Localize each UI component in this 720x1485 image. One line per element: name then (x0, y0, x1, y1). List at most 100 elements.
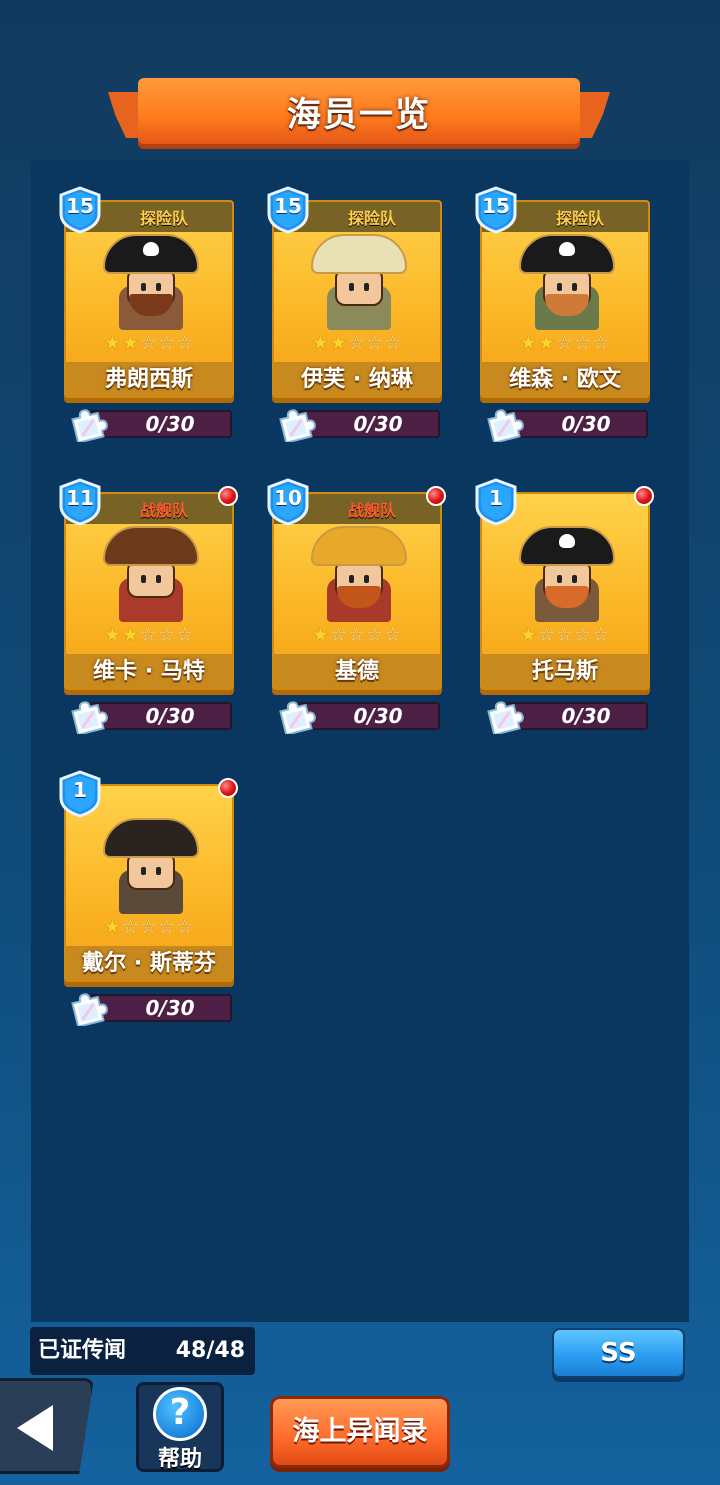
shard-bar: 0/30 (506, 410, 648, 438)
star-icon: ☆ (384, 332, 403, 354)
back-arrow-icon (17, 1405, 53, 1451)
puzzle-piece-icon (482, 698, 524, 736)
portrait-hat (311, 234, 407, 274)
shard-count: 0/30 (561, 704, 611, 728)
star-icon: ☆ (574, 624, 593, 646)
team-label: 战舰队 (139, 501, 188, 520)
help-button[interactable]: ? 帮助 (136, 1382, 224, 1472)
crew-card[interactable]: 探险队 ★★☆☆☆ 弗朗西斯 15 0/30 (59, 186, 236, 446)
star-rating: ★☆☆☆☆ (274, 624, 440, 646)
star-icon: ☆ (121, 916, 140, 938)
crew-name: 维卡 · 马特 (93, 659, 205, 684)
crew-portrait (101, 232, 201, 332)
level-badge: 15 (58, 186, 102, 234)
shard-progress: 0/30 (66, 698, 234, 736)
star-icon: ☆ (592, 624, 611, 646)
crew-name: 弗朗西斯 (104, 367, 193, 392)
crew-card[interactable]: 探险队 ★★☆☆☆ 伊芙 · 纳琳 15 0/30 (267, 186, 444, 446)
level-number: 15 (482, 194, 510, 218)
crew-name: 托马斯 (531, 659, 598, 684)
shard-count: 0/30 (561, 412, 611, 436)
star-icon: ★ (103, 624, 122, 646)
puzzle-piece-icon (66, 698, 108, 736)
name-strip: 戴尔 · 斯蒂芬 (66, 946, 232, 980)
star-rating: ★★☆☆☆ (66, 624, 232, 646)
level-number: 1 (489, 486, 503, 510)
shard-bar: 0/30 (90, 702, 232, 730)
shard-bar: 0/30 (90, 410, 232, 438)
shard-count: 0/30 (353, 704, 403, 728)
sea-rumors-button[interactable]: 海上异闻录 (270, 1396, 450, 1468)
level-number: 15 (274, 194, 302, 218)
crew-card[interactable]: ★☆☆☆☆ 戴尔 · 斯蒂芬 1 0/30 (59, 770, 238, 1030)
star-rating: ★☆☆☆☆ (66, 916, 232, 938)
verified-rumors-label: 已证传闻 (38, 1338, 127, 1363)
puzzle-piece-icon (482, 406, 524, 444)
page-title: 海员一览 (287, 94, 431, 135)
crew-portrait (517, 232, 617, 332)
crew-portrait (517, 524, 617, 624)
crew-portrait (309, 232, 409, 332)
crew-portrait (101, 524, 201, 624)
star-icon: ★ (519, 624, 538, 646)
star-icon: ☆ (176, 916, 195, 938)
level-badge: 10 (266, 478, 310, 526)
star-icon: ☆ (555, 332, 575, 354)
crew-card[interactable]: ★☆☆☆☆ 托马斯 1 0/30 (475, 478, 654, 738)
star-icon: ★ (519, 332, 538, 354)
team-label: 探险队 (139, 209, 188, 228)
portrait-hat (311, 526, 407, 566)
help-label: 帮助 (157, 1447, 202, 1472)
crew-card[interactable]: 战舰队 ★☆☆☆☆ 基德 10 0/30 (267, 478, 446, 738)
skull-icon (559, 534, 575, 548)
star-icon: ☆ (329, 624, 348, 646)
back-button[interactable] (0, 1378, 94, 1474)
level-number: 10 (274, 486, 302, 510)
star-icon: ★ (537, 332, 556, 354)
crew-name: 伊芙 · 纳琳 (301, 367, 413, 392)
star-rating: ★★☆☆☆ (482, 332, 648, 354)
level-number: 15 (66, 194, 94, 218)
shard-progress: 0/30 (274, 406, 442, 444)
star-icon: ☆ (592, 332, 611, 354)
name-strip: 弗朗西斯 (66, 362, 232, 396)
level-number: 11 (66, 486, 94, 510)
shard-progress: 0/30 (66, 408, 234, 444)
crew-portrait (101, 816, 201, 916)
verified-rumors-count: 48/48 (175, 1338, 245, 1363)
star-icon: ☆ (574, 332, 593, 354)
level-badge: 1 (474, 478, 518, 526)
ss-button[interactable]: SS (552, 1328, 685, 1378)
level-badge: 15 (266, 186, 310, 234)
shard-progress: 0/30 (482, 406, 650, 444)
shard-count: 0/30 (353, 412, 403, 436)
star-rating: ★☆☆☆☆ (482, 624, 648, 646)
star-rating: ★★☆☆☆ (66, 332, 232, 354)
star-icon: ☆ (176, 624, 195, 646)
level-badge: 15 (474, 186, 518, 234)
shard-bar: 0/30 (298, 702, 440, 730)
puzzle-piece-icon (274, 406, 316, 444)
level-number: 1 (73, 778, 87, 802)
star-icon: ☆ (347, 332, 367, 354)
star-icon: ☆ (158, 916, 177, 938)
star-icon: ☆ (139, 332, 159, 354)
shard-count: 0/30 (145, 704, 195, 728)
crew-card[interactable]: 探险队 ★★☆☆☆ 维森 · 欧文 15 0/30 (475, 186, 652, 446)
shard-bar: 0/30 (90, 994, 232, 1022)
star-icon: ★ (329, 332, 348, 354)
title-banner: 海员一览 (108, 78, 610, 152)
puzzle-piece-icon (66, 990, 108, 1028)
star-icon: ★ (121, 624, 140, 646)
skull-icon (559, 242, 575, 256)
star-icon: ☆ (555, 624, 575, 646)
star-icon: ☆ (139, 916, 159, 938)
team-label: 战舰队 (347, 501, 396, 520)
crew-card[interactable]: 战舰队 ★★☆☆☆ 维卡 · 马特 11 0/30 (59, 478, 238, 738)
star-icon: ☆ (139, 624, 159, 646)
level-badge: 11 (58, 478, 102, 526)
new-notification-dot (426, 486, 446, 506)
verified-rumors-box: 已证传闻 48/48 (30, 1327, 255, 1375)
crew-portrait (309, 524, 409, 624)
star-icon: ☆ (366, 624, 385, 646)
